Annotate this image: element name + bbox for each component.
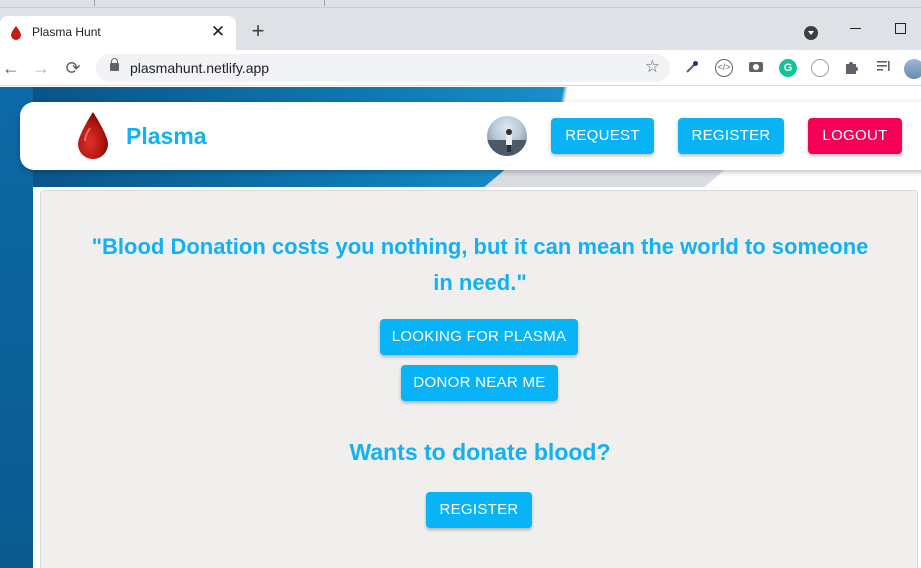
- timer-extension-icon[interactable]: [811, 59, 829, 77]
- background-tab[interactable]: [0, 0, 95, 6]
- logout-button[interactable]: LOGOUT: [808, 118, 902, 154]
- camera-extension-icon[interactable]: [747, 59, 765, 77]
- looking-for-plasma-button[interactable]: LOOKING FOR PLASMA: [380, 319, 578, 355]
- active-tab[interactable]: Plasma Hunt ✕: [0, 16, 236, 50]
- forward-arrow-icon[interactable]: →: [30, 56, 52, 80]
- close-tab-icon[interactable]: ✕: [208, 22, 228, 42]
- user-avatar[interactable]: [487, 116, 527, 156]
- eyedropper-extension-icon[interactable]: [683, 59, 701, 77]
- reload-icon[interactable]: ⟳: [62, 56, 84, 80]
- url-text[interactable]: plasmahunt.netlify.app: [130, 60, 269, 76]
- tab-title: Plasma Hunt: [32, 25, 101, 39]
- back-arrow-icon[interactable]: ←: [0, 56, 22, 80]
- tab-bar: Plasma Hunt ✕ +: [0, 8, 921, 50]
- puzzle-extensions-icon[interactable]: [843, 59, 861, 77]
- address-bar[interactable]: plasmahunt.netlify.app ☆: [96, 54, 670, 82]
- blood-drop-favicon-icon: [11, 26, 21, 40]
- background-tab[interactable]: [95, 0, 325, 6]
- donate-heading: Wants to donate blood?: [349, 439, 611, 465]
- hero-card: "Blood Donation costs you nothing, but i…: [40, 190, 918, 568]
- blood-drop-logo-icon[interactable]: [76, 111, 110, 161]
- browser-toolbar: ← → ⟳ plasmahunt.netlify.app ☆ </> G: [0, 50, 921, 86]
- tab-search-icon[interactable]: [804, 26, 818, 40]
- donor-near-me-button[interactable]: DONOR NEAR ME: [401, 365, 558, 401]
- grammarly-extension-icon[interactable]: G: [779, 59, 797, 77]
- profile-avatar[interactable]: [904, 59, 921, 79]
- new-tab-button[interactable]: +: [248, 20, 268, 42]
- minimize-button[interactable]: [850, 28, 861, 29]
- bookmark-star-icon[interactable]: ☆: [645, 57, 660, 77]
- register-donor-button[interactable]: REGISTER: [426, 492, 532, 528]
- window-top-strip: [0, 0, 921, 8]
- code-extension-icon[interactable]: </>: [715, 59, 733, 77]
- brand-name[interactable]: Plasma: [126, 123, 207, 150]
- site-navbar: Plasma REQUEST REGISTER LOGOUT: [20, 102, 921, 170]
- donation-quote: "Blood Donation costs you nothing, but i…: [91, 234, 869, 295]
- page-viewport: Plasma REQUEST REGISTER LOGOUT "Blood Do…: [0, 87, 921, 568]
- maximize-button[interactable]: [895, 23, 906, 34]
- reading-list-icon[interactable]: [875, 59, 893, 77]
- lock-icon: [110, 58, 119, 71]
- request-button[interactable]: REQUEST: [551, 118, 654, 154]
- register-nav-button[interactable]: REGISTER: [678, 118, 784, 154]
